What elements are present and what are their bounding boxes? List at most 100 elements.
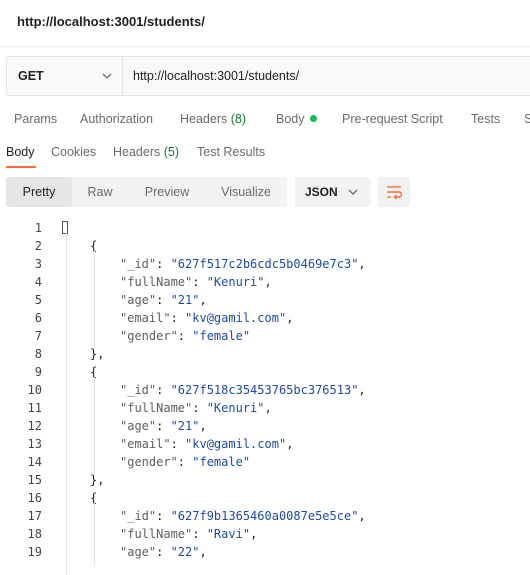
json-key: "_id" bbox=[120, 509, 157, 523]
method-select[interactable]: GET bbox=[7, 57, 123, 95]
line-number: 18 bbox=[27, 527, 42, 541]
json-value: "21" bbox=[170, 419, 200, 433]
line-number: 19 bbox=[27, 545, 42, 559]
code-line: 12 "age": "21", bbox=[0, 417, 530, 435]
tab-body-label: Body bbox=[276, 112, 305, 126]
tab-settings[interactable]: S bbox=[524, 112, 530, 126]
format-select[interactable]: JSON bbox=[295, 177, 371, 207]
line-number: 9 bbox=[34, 365, 42, 379]
line-number: 6 bbox=[34, 311, 42, 325]
json-value: "627f9b1365460a0087e5e5ce" bbox=[170, 509, 359, 523]
active-tab-indicator bbox=[6, 166, 36, 168]
code-text bbox=[62, 219, 68, 237]
json-key: "email" bbox=[120, 311, 171, 325]
code-line: 10 "_id": "627f518c35453765bc376513", bbox=[0, 381, 530, 399]
json-key: "email" bbox=[120, 437, 171, 451]
code-line: 3 "_id": "627f517c2b6cdc5b0469e7c3", bbox=[0, 255, 530, 273]
json-value: "627f517c2b6cdc5b0469e7c3" bbox=[170, 257, 359, 271]
code-text: "age": "21", bbox=[120, 419, 207, 433]
code-line: 18 "fullName": "Ravi", bbox=[0, 525, 530, 543]
json-key: "fullName" bbox=[120, 401, 193, 415]
url-input[interactable]: http://localhost:3001/students/ bbox=[133, 57, 299, 95]
request-bar: GET http://localhost:3001/students/ bbox=[6, 56, 530, 96]
view-pretty-button[interactable]: Pretty bbox=[6, 177, 72, 207]
tab-response-headers[interactable]: Headers (5) bbox=[113, 145, 179, 159]
line-number: 11 bbox=[27, 401, 42, 415]
json-value: "Ravi" bbox=[206, 527, 251, 541]
json-value: "22" bbox=[170, 545, 200, 559]
code-line: 11 "fullName": "Kenuri", bbox=[0, 399, 530, 417]
line-number: 5 bbox=[34, 293, 42, 307]
code-text: "fullName": "Ravi", bbox=[120, 527, 258, 541]
json-key: "_id" bbox=[120, 257, 157, 271]
json-key: "age" bbox=[120, 419, 157, 433]
line-number: 14 bbox=[27, 455, 42, 469]
code-text: "fullName": "Kenuri", bbox=[120, 401, 272, 415]
wrap-lines-button[interactable] bbox=[378, 177, 410, 207]
line-number: 15 bbox=[27, 473, 42, 487]
code-text: "_id": "627f517c2b6cdc5b0469e7c3", bbox=[120, 257, 366, 271]
indent-guide bbox=[66, 233, 67, 575]
indent-guide bbox=[94, 251, 95, 349]
line-number: 16 bbox=[27, 491, 42, 505]
json-key: "fullName" bbox=[120, 275, 193, 289]
code-line: 5 "age": "21", bbox=[0, 291, 530, 309]
request-title: http://localhost:3001/students/ bbox=[17, 14, 205, 29]
code-text: "fullName": "Kenuri", bbox=[120, 275, 272, 289]
json-value: "627f518c35453765bc376513" bbox=[170, 383, 359, 397]
line-number: 10 bbox=[27, 383, 42, 397]
json-value: "Kenuri" bbox=[206, 275, 265, 289]
json-value: "female" bbox=[192, 455, 251, 469]
indent-guide bbox=[94, 377, 95, 475]
line-number: 13 bbox=[27, 437, 42, 451]
line-number: 4 bbox=[34, 275, 42, 289]
tab-response-headers-label: Headers bbox=[113, 145, 161, 159]
code-line: 9{ bbox=[0, 363, 530, 381]
tab-response-body[interactable]: Body bbox=[6, 145, 35, 159]
code-text: }, bbox=[90, 347, 105, 361]
view-mode-group: Pretty Raw Preview Visualize bbox=[6, 177, 287, 207]
format-label: JSON bbox=[305, 185, 338, 199]
json-key: "age" bbox=[120, 293, 157, 307]
wrap-lines-icon bbox=[387, 186, 403, 200]
line-number: 1 bbox=[34, 221, 42, 235]
code-text: "_id": "627f518c35453765bc376513", bbox=[120, 383, 366, 397]
code-text: "gender": "female" bbox=[120, 329, 251, 343]
request-tabs: Params Authorization Headers (8) Body Pr… bbox=[0, 112, 530, 130]
json-key: "gender" bbox=[120, 329, 178, 343]
json-value: "kv@gamil.com" bbox=[185, 311, 287, 325]
tab-cookies[interactable]: Cookies bbox=[51, 145, 96, 159]
json-value: "21" bbox=[170, 293, 200, 307]
code-text: "_id": "627f9b1365460a0087e5e5ce", bbox=[120, 509, 366, 523]
bracket-open bbox=[62, 221, 68, 234]
json-value: "Kenuri" bbox=[206, 401, 265, 415]
chevron-down-icon bbox=[348, 189, 358, 195]
json-key: "age" bbox=[120, 545, 157, 559]
line-number: 3 bbox=[34, 257, 42, 271]
code-text: "age": "22", bbox=[120, 545, 207, 559]
tab-params[interactable]: Params bbox=[14, 112, 57, 126]
method-label: GET bbox=[18, 69, 44, 83]
response-tabs: Body Cookies Headers (5) Test Results bbox=[0, 145, 530, 163]
code-line: 2{ bbox=[0, 237, 530, 255]
tab-body[interactable]: Body bbox=[276, 112, 317, 126]
tab-tests[interactable]: Tests bbox=[471, 112, 500, 126]
code-line: 4 "fullName": "Kenuri", bbox=[0, 273, 530, 291]
tab-authorization[interactable]: Authorization bbox=[80, 112, 153, 126]
code-line: 17 "_id": "627f9b1365460a0087e5e5ce", bbox=[0, 507, 530, 525]
status-dot-icon bbox=[309, 115, 317, 122]
view-preview-button[interactable]: Preview bbox=[130, 177, 204, 207]
code-line: 14 "gender": "female" bbox=[0, 453, 530, 471]
tab-pre-request-script[interactable]: Pre-request Script bbox=[342, 112, 443, 126]
view-raw-button[interactable]: Raw bbox=[72, 177, 128, 207]
tab-headers[interactable]: Headers (8) bbox=[180, 112, 246, 126]
tab-headers-count: (8) bbox=[230, 112, 247, 126]
json-value: "kv@gamil.com" bbox=[185, 437, 287, 451]
code-text: "age": "21", bbox=[120, 293, 207, 307]
json-value: "female" bbox=[192, 329, 251, 343]
tab-test-results[interactable]: Test Results bbox=[197, 145, 265, 159]
view-visualize-button[interactable]: Visualize bbox=[208, 177, 284, 207]
code-text: "email": "kv@gamil.com", bbox=[120, 437, 294, 451]
tab-response-headers-count: (5) bbox=[163, 145, 180, 159]
divider bbox=[0, 46, 530, 47]
